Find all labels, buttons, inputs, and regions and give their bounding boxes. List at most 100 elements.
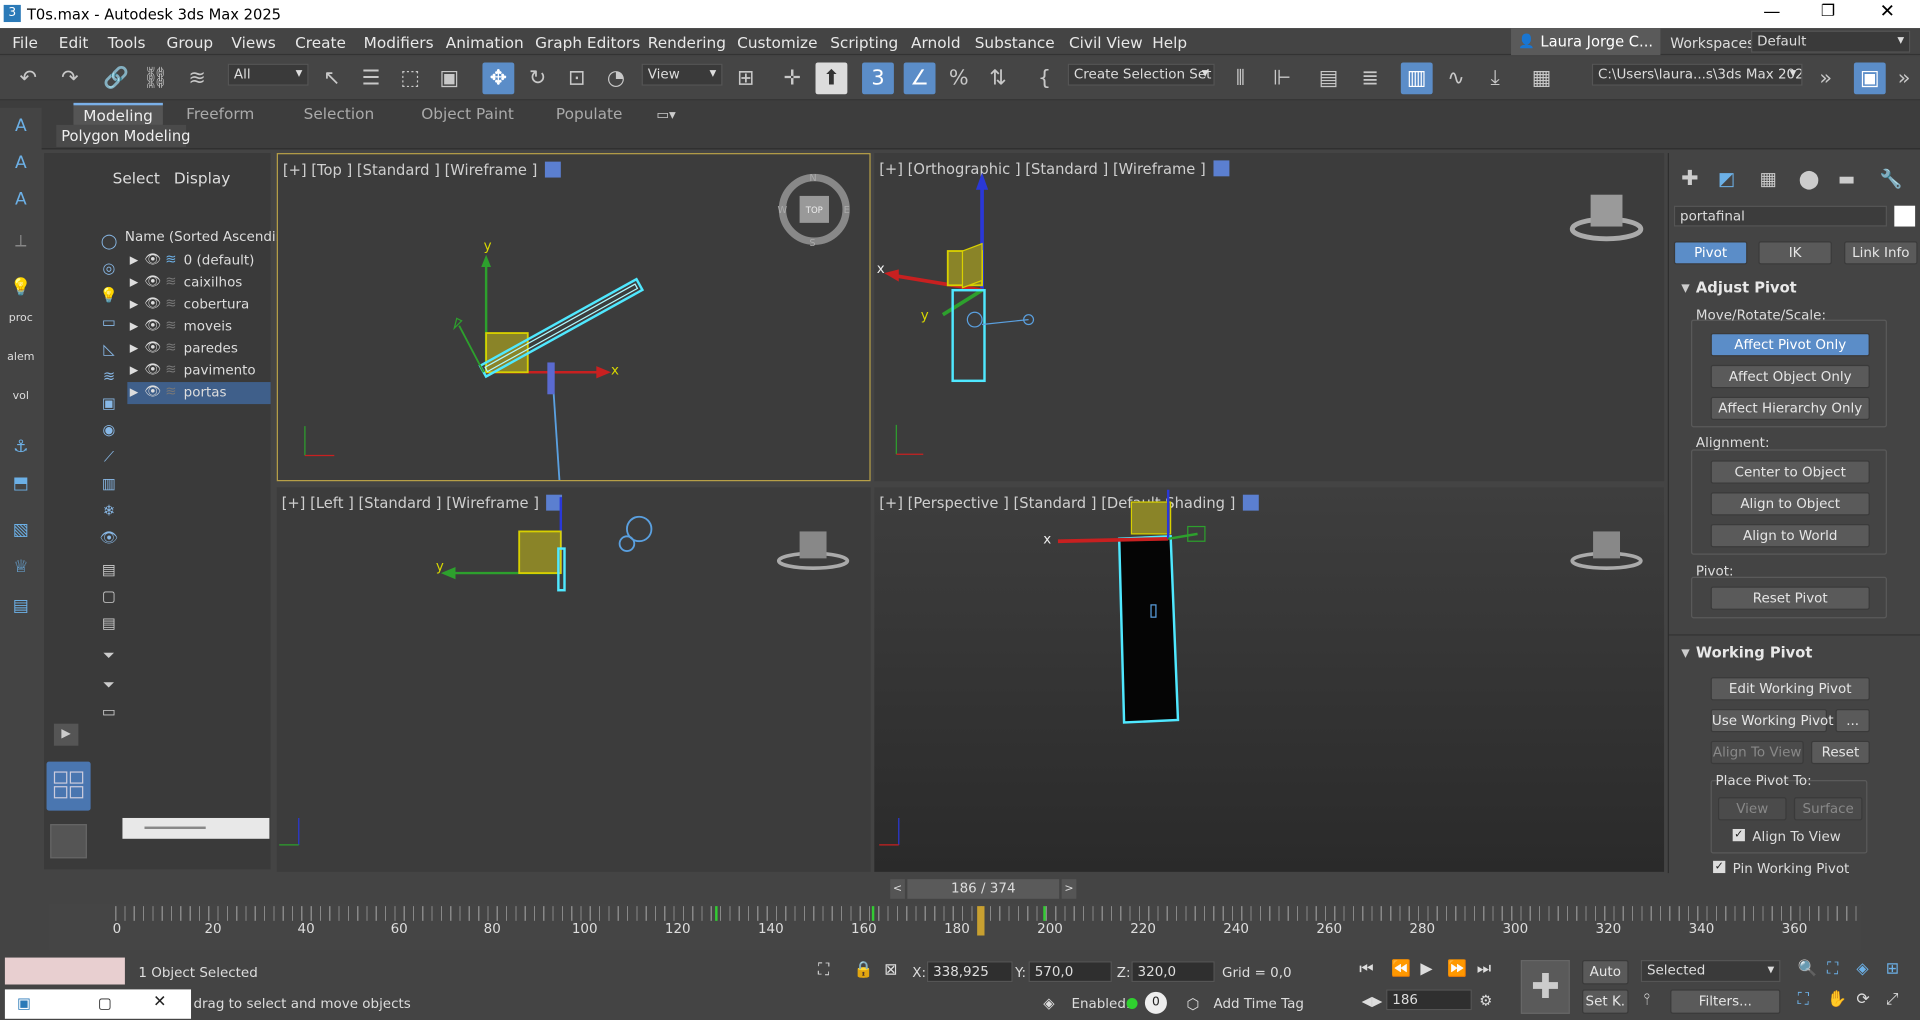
edit-working-pivot-button[interactable]: Edit Working Pivot xyxy=(1710,677,1870,701)
tool-e-icon[interactable]: ▤ xyxy=(6,593,35,620)
manipulate-icon[interactable]: ✛ xyxy=(776,62,808,94)
text-tool-icon[interactable]: A xyxy=(6,113,35,140)
minimize-icon[interactable]: — xyxy=(1763,4,1780,21)
menu-group[interactable]: Group xyxy=(167,33,214,51)
visibility-eye-icon[interactable]: 👁 xyxy=(144,295,161,312)
percent-snap-icon[interactable]: % xyxy=(943,62,975,94)
filter-cameras-icon[interactable]: ▭ xyxy=(96,310,123,334)
working-pivot-options-button[interactable]: ... xyxy=(1835,708,1870,733)
prev-key-icon[interactable]: ⏪ xyxy=(1391,961,1411,978)
tool-c-icon[interactable]: ▧ xyxy=(6,517,35,544)
visibility-eye-icon[interactable]: 👁 xyxy=(144,383,161,400)
visibility-eye-icon[interactable]: 👁 xyxy=(144,317,161,334)
angle-tool-icon[interactable]: ⟂ xyxy=(6,228,35,255)
menu-scripting[interactable]: Scripting xyxy=(830,33,898,51)
next-frame-icon[interactable]: > xyxy=(1061,879,1077,899)
rect-selection-icon[interactable]: ⬚ xyxy=(394,62,426,94)
tab-populate[interactable]: Populate xyxy=(546,103,632,125)
expand-arrow-icon[interactable]: ▶ xyxy=(130,296,138,313)
layer-explorer-icon[interactable]: ≣ xyxy=(1354,62,1386,94)
ribbon-subpanel[interactable]: Polygon Modeling xyxy=(56,124,190,147)
affect-hierarchy-only-button[interactable]: Affect Hierarchy Only xyxy=(1710,396,1870,421)
text-tool-3-icon[interactable]: A xyxy=(6,186,35,213)
unlink-icon[interactable]: ⛓ xyxy=(140,62,172,94)
align-to-view-checkbox[interactable]: ✓ xyxy=(1732,828,1745,842)
funnel-edit-icon[interactable]: ⏷ xyxy=(96,672,123,696)
use-working-pivot-button[interactable]: Use Working Pivot xyxy=(1710,708,1834,733)
x-coordinate-field[interactable]: 338,925 xyxy=(926,961,1013,983)
named-selection-dropdown[interactable]: Create Selection Set xyxy=(1067,63,1215,86)
filter-shapes-icon[interactable]: ◎ xyxy=(96,256,123,280)
tool-a-icon[interactable]: ⚓ xyxy=(6,433,35,460)
tab-display[interactable]: Display xyxy=(174,170,230,187)
link-info-button[interactable]: Link Info xyxy=(1844,241,1918,265)
sort-header[interactable]: Name (Sorted Ascending xyxy=(125,229,293,246)
current-frame-field[interactable]: 186 xyxy=(1386,989,1472,1011)
mirror-icon[interactable]: ⫴ xyxy=(1225,62,1257,94)
menu-views[interactable]: Views xyxy=(231,33,275,51)
pan-icon[interactable]: ✋ xyxy=(1827,991,1847,1009)
region-zoom-icon[interactable]: ⛶ xyxy=(1798,991,1809,1009)
set-key-icon[interactable]: ✚ xyxy=(1520,960,1570,1014)
close-thumb-icon[interactable]: ✕ xyxy=(153,994,166,1011)
edit-named-sets-icon[interactable]: { xyxy=(1029,62,1061,94)
reference-coordinate-dropdown[interactable]: View xyxy=(641,63,723,86)
restore-icon[interactable]: ❐ xyxy=(1821,3,1835,21)
orbit-icon[interactable]: ⟳ xyxy=(1856,991,1869,1009)
ribbon-options-icon[interactable]: ▭▾ xyxy=(656,107,675,124)
viewport-layout-icon[interactable] xyxy=(46,761,91,811)
filter-groups-icon[interactable]: ▣ xyxy=(96,391,123,415)
menu-edit[interactable]: Edit xyxy=(59,33,89,51)
spinner-snap-icon[interactable]: ⇅ xyxy=(982,62,1014,94)
menu-civil-view[interactable]: Civil View xyxy=(1069,33,1143,51)
align-icon[interactable]: ⊩ xyxy=(1266,62,1298,94)
tab-select[interactable]: Select xyxy=(113,170,160,187)
expand-arrow-icon[interactable]: ▶ xyxy=(130,252,138,269)
selection-filter-dropdown[interactable]: All xyxy=(227,63,309,86)
view-button[interactable]: View xyxy=(1717,797,1787,821)
layer-row[interactable]: ▶ 👁 ≋ moveis xyxy=(127,316,270,338)
hierarchy-tab-icon[interactable]: ▦ xyxy=(1760,170,1777,188)
workspace-dropdown[interactable]: Default xyxy=(1751,30,1911,53)
filter-bones-icon[interactable]: ⟋ xyxy=(96,444,123,468)
expand-icon[interactable]: » xyxy=(1888,62,1920,94)
maxscript-listener[interactable] xyxy=(4,957,125,985)
visibility-eye-icon[interactable]: 👁 xyxy=(144,251,161,268)
visibility-eye-icon[interactable]: 👁 xyxy=(144,361,161,378)
collapse-arrow-icon[interactable]: ▼ xyxy=(1681,280,1689,297)
time-config-icon[interactable]: ⚙ xyxy=(1479,992,1492,1009)
expand-arrow-icon[interactable]: ▶ xyxy=(130,274,138,291)
light-icon[interactable]: 💡 xyxy=(6,274,35,301)
auto-key-button[interactable]: Auto xyxy=(1582,960,1629,985)
funnel-icon[interactable]: ⏷ xyxy=(96,643,123,667)
play-icon[interactable]: ▶ xyxy=(53,723,79,746)
filter-hidden-icon[interactable]: 👁 xyxy=(96,525,123,549)
toggle-ribbon-icon[interactable]: ▥ xyxy=(1400,62,1433,95)
menu-customize[interactable]: Customize xyxy=(737,33,817,51)
affect-pivot-only-button[interactable]: Affect Pivot Only xyxy=(1710,333,1870,357)
link-icon[interactable]: 🔗 xyxy=(100,62,132,94)
time-tag-icon[interactable]: ⬡ xyxy=(1187,996,1200,1013)
tool-b-icon[interactable]: ⬒ xyxy=(6,470,35,497)
menu-modifiers[interactable]: Modifiers xyxy=(364,33,434,51)
display-tab-icon[interactable]: ▬ xyxy=(1838,170,1855,188)
filter-geometry-icon[interactable]: ◯ xyxy=(96,229,123,253)
layer-row[interactable]: ▶ 👁 ≋ 0 (default) xyxy=(127,250,270,272)
bind-space-warp-icon[interactable]: ≋ xyxy=(181,62,213,94)
taskbar-preview[interactable]: ▣ ▢ ✕ xyxy=(4,989,192,1019)
key-mode-icon[interactable]: ◀▶ xyxy=(1362,993,1383,1010)
select-by-name-icon[interactable]: ☰ xyxy=(355,62,387,94)
next-key-icon[interactable]: ⏩ xyxy=(1447,961,1467,978)
add-time-tag[interactable]: Add Time Tag xyxy=(1213,996,1303,1013)
pivot-button[interactable]: Pivot xyxy=(1673,241,1748,265)
menu-arnold[interactable]: Arnold xyxy=(911,33,961,51)
schematic-view-icon[interactable]: ⤓ xyxy=(1479,62,1511,94)
menu-animation[interactable]: Animation xyxy=(446,33,524,51)
close-icon[interactable]: ✕ xyxy=(1880,2,1895,20)
menu-substance[interactable]: Substance xyxy=(975,33,1055,51)
reset-pivot-button[interactable]: Reset Pivot xyxy=(1710,586,1870,610)
vol-icon[interactable]: vol xyxy=(6,389,35,416)
object-name-field[interactable]: portafinal xyxy=(1673,205,1887,227)
snap-toggle-icon[interactable]: 3 xyxy=(862,62,894,95)
filter-lights-icon[interactable]: 💡 xyxy=(96,283,123,307)
